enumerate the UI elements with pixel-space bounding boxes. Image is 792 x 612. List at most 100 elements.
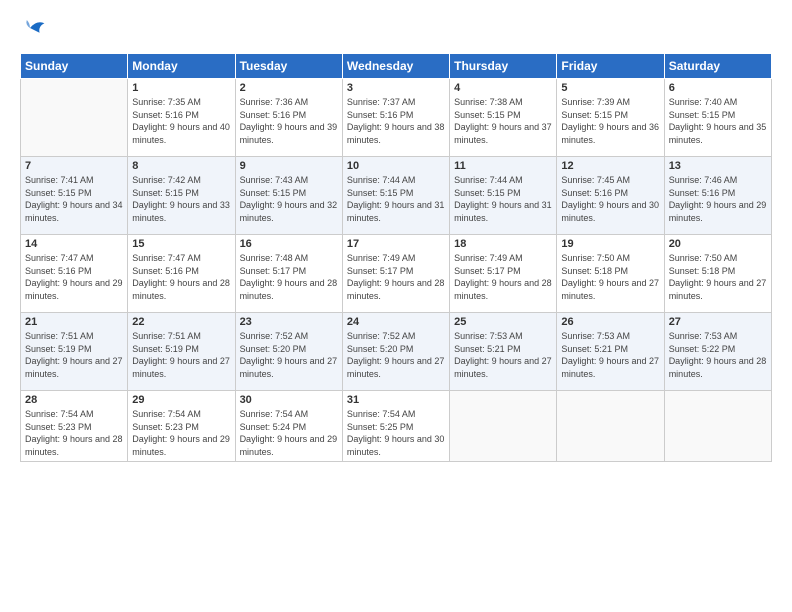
day-number: 1 (132, 82, 230, 94)
day-number: 12 (561, 160, 659, 172)
day-number: 9 (240, 160, 338, 172)
cell-content: Sunrise: 7:53 AMSunset: 5:21 PMDaylight:… (561, 330, 659, 380)
day-number: 31 (347, 394, 445, 406)
calendar-cell: 3 Sunrise: 7:37 AMSunset: 5:16 PMDaylight… (342, 79, 449, 157)
calendar-cell: 26 Sunrise: 7:53 AMSunset: 5:21 PMDayligh… (557, 313, 664, 391)
day-number: 16 (240, 238, 338, 250)
day-number: 6 (669, 82, 767, 94)
cell-content: Sunrise: 7:43 AMSunset: 5:15 PMDaylight:… (240, 174, 338, 224)
cell-content: Sunrise: 7:51 AMSunset: 5:19 PMDaylight:… (25, 330, 123, 380)
cell-content: Sunrise: 7:35 AMSunset: 5:16 PMDaylight:… (132, 96, 230, 146)
cell-content: Sunrise: 7:52 AMSunset: 5:20 PMDaylight:… (347, 330, 445, 380)
cell-content: Sunrise: 7:46 AMSunset: 5:16 PMDaylight:… (669, 174, 767, 224)
calendar-cell: 13 Sunrise: 7:46 AMSunset: 5:16 PMDayligh… (664, 157, 771, 235)
calendar-cell: 19 Sunrise: 7:50 AMSunset: 5:18 PMDayligh… (557, 235, 664, 313)
calendar-page: SundayMondayTuesdayWednesdayThursdayFrid… (0, 0, 792, 612)
cell-content: Sunrise: 7:53 AMSunset: 5:21 PMDaylight:… (454, 330, 552, 380)
calendar-cell: 23 Sunrise: 7:52 AMSunset: 5:20 PMDayligh… (235, 313, 342, 391)
calendar-cell: 4 Sunrise: 7:38 AMSunset: 5:15 PMDaylight… (450, 79, 557, 157)
cell-content: Sunrise: 7:53 AMSunset: 5:22 PMDaylight:… (669, 330, 767, 380)
weekday-header-thursday: Thursday (450, 54, 557, 79)
day-number: 22 (132, 316, 230, 328)
cell-content: Sunrise: 7:36 AMSunset: 5:16 PMDaylight:… (240, 96, 338, 146)
day-number: 24 (347, 316, 445, 328)
logo (20, 16, 46, 45)
cell-content: Sunrise: 7:52 AMSunset: 5:20 PMDaylight:… (240, 330, 338, 380)
week-row-3: 14 Sunrise: 7:47 AMSunset: 5:16 PMDayligh… (21, 235, 772, 313)
cell-content: Sunrise: 7:54 AMSunset: 5:23 PMDaylight:… (132, 408, 230, 458)
calendar-cell: 29 Sunrise: 7:54 AMSunset: 5:23 PMDayligh… (128, 391, 235, 462)
week-row-1: 1 Sunrise: 7:35 AMSunset: 5:16 PMDaylight… (21, 79, 772, 157)
weekday-header-tuesday: Tuesday (235, 54, 342, 79)
day-number: 13 (669, 160, 767, 172)
cell-content: Sunrise: 7:45 AMSunset: 5:16 PMDaylight:… (561, 174, 659, 224)
cell-content: Sunrise: 7:37 AMSunset: 5:16 PMDaylight:… (347, 96, 445, 146)
logo-icon (22, 16, 46, 40)
week-row-5: 28 Sunrise: 7:54 AMSunset: 5:23 PMDayligh… (21, 391, 772, 462)
cell-content: Sunrise: 7:44 AMSunset: 5:15 PMDaylight:… (454, 174, 552, 224)
calendar-cell: 27 Sunrise: 7:53 AMSunset: 5:22 PMDayligh… (664, 313, 771, 391)
day-number: 2 (240, 82, 338, 94)
calendar-cell: 6Sunrise: 7:40 AMSunset: 5:15 PMDaylight… (664, 79, 771, 157)
weekday-header-row: SundayMondayTuesdayWednesdayThursdayFrid… (21, 54, 772, 79)
day-number: 26 (561, 316, 659, 328)
calendar-cell: 24 Sunrise: 7:52 AMSunset: 5:20 PMDayligh… (342, 313, 449, 391)
day-number: 15 (132, 238, 230, 250)
cell-content: Sunrise: 7:38 AMSunset: 5:15 PMDaylight:… (454, 96, 552, 146)
weekday-header-friday: Friday (557, 54, 664, 79)
header (20, 16, 772, 45)
week-row-2: 7 Sunrise: 7:41 AMSunset: 5:15 PMDaylight… (21, 157, 772, 235)
day-number: 4 (454, 82, 552, 94)
calendar-cell: 8 Sunrise: 7:42 AMSunset: 5:15 PMDaylight… (128, 157, 235, 235)
week-row-4: 21Sunrise: 7:51 AMSunset: 5:19 PMDayligh… (21, 313, 772, 391)
calendar-cell: 25 Sunrise: 7:53 AMSunset: 5:21 PMDayligh… (450, 313, 557, 391)
calendar-cell: 22 Sunrise: 7:51 AMSunset: 5:19 PMDayligh… (128, 313, 235, 391)
calendar-cell: 9 Sunrise: 7:43 AMSunset: 5:15 PMDaylight… (235, 157, 342, 235)
weekday-header-sunday: Sunday (21, 54, 128, 79)
day-number: 3 (347, 82, 445, 94)
day-number: 17 (347, 238, 445, 250)
calendar-cell: 12 Sunrise: 7:45 AMSunset: 5:16 PMDayligh… (557, 157, 664, 235)
calendar-cell (557, 391, 664, 462)
day-number: 23 (240, 316, 338, 328)
calendar-cell: 1 Sunrise: 7:35 AMSunset: 5:16 PMDaylight… (128, 79, 235, 157)
cell-content: Sunrise: 7:49 AMSunset: 5:17 PMDaylight:… (347, 252, 445, 302)
cell-content: Sunrise: 7:54 AMSunset: 5:23 PMDaylight:… (25, 408, 123, 458)
cell-content: Sunrise: 7:50 AMSunset: 5:18 PMDaylight:… (669, 252, 767, 302)
cell-content: Sunrise: 7:54 AMSunset: 5:25 PMDaylight:… (347, 408, 445, 458)
cell-content: Sunrise: 7:42 AMSunset: 5:15 PMDaylight:… (132, 174, 230, 224)
calendar-cell: 7 Sunrise: 7:41 AMSunset: 5:15 PMDaylight… (21, 157, 128, 235)
weekday-header-saturday: Saturday (664, 54, 771, 79)
calendar-cell: 16Sunrise: 7:48 AMSunset: 5:17 PMDayligh… (235, 235, 342, 313)
day-number: 7 (25, 160, 123, 172)
day-number: 29 (132, 394, 230, 406)
cell-content: Sunrise: 7:41 AMSunset: 5:15 PMDaylight:… (25, 174, 123, 224)
calendar-cell: 21Sunrise: 7:51 AMSunset: 5:19 PMDayligh… (21, 313, 128, 391)
calendar-cell: 20 Sunrise: 7:50 AMSunset: 5:18 PMDayligh… (664, 235, 771, 313)
day-number: 19 (561, 238, 659, 250)
calendar-cell: 5 Sunrise: 7:39 AMSunset: 5:15 PMDaylight… (557, 79, 664, 157)
cell-content: Sunrise: 7:47 AMSunset: 5:16 PMDaylight:… (25, 252, 123, 302)
calendar-cell: 10Sunrise: 7:44 AMSunset: 5:15 PMDayligh… (342, 157, 449, 235)
day-number: 30 (240, 394, 338, 406)
day-number: 27 (669, 316, 767, 328)
calendar-cell: 14 Sunrise: 7:47 AMSunset: 5:16 PMDayligh… (21, 235, 128, 313)
calendar-cell (450, 391, 557, 462)
calendar-cell (21, 79, 128, 157)
cell-content: Sunrise: 7:39 AMSunset: 5:15 PMDaylight:… (561, 96, 659, 146)
day-number: 20 (669, 238, 767, 250)
day-number: 28 (25, 394, 123, 406)
calendar-table: SundayMondayTuesdayWednesdayThursdayFrid… (20, 53, 772, 462)
cell-content: Sunrise: 7:51 AMSunset: 5:19 PMDaylight:… (132, 330, 230, 380)
day-number: 14 (25, 238, 123, 250)
calendar-cell (664, 391, 771, 462)
cell-content: Sunrise: 7:47 AMSunset: 5:16 PMDaylight:… (132, 252, 230, 302)
day-number: 8 (132, 160, 230, 172)
calendar-cell: 31 Sunrise: 7:54 AMSunset: 5:25 PMDayligh… (342, 391, 449, 462)
day-number: 5 (561, 82, 659, 94)
cell-content: Sunrise: 7:50 AMSunset: 5:18 PMDaylight:… (561, 252, 659, 302)
calendar-cell: 30Sunrise: 7:54 AMSunset: 5:24 PMDayligh… (235, 391, 342, 462)
calendar-cell: 17 Sunrise: 7:49 AMSunset: 5:17 PMDayligh… (342, 235, 449, 313)
calendar-cell: 11Sunrise: 7:44 AMSunset: 5:15 PMDayligh… (450, 157, 557, 235)
day-number: 25 (454, 316, 552, 328)
